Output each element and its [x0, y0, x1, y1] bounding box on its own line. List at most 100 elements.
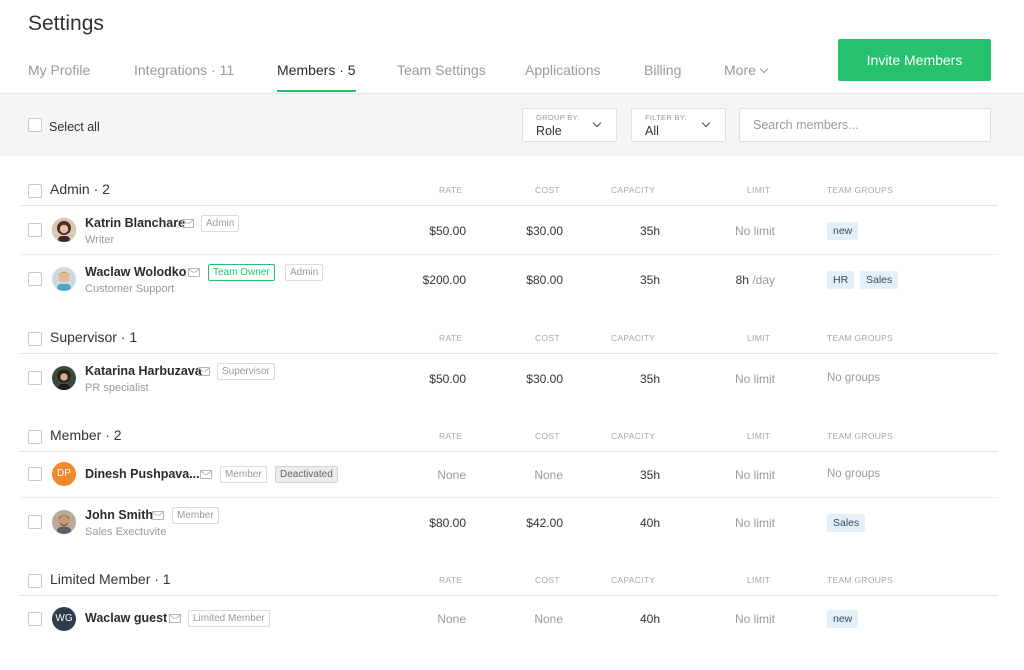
- member-row[interactable]: DP Dinesh Pushpava... Member Deactivated…: [20, 452, 998, 498]
- member-name[interactable]: Waclaw guest: [85, 611, 167, 625]
- tab-members[interactable]: Members · 5: [277, 62, 356, 92]
- tab-more-label: More: [724, 62, 756, 78]
- member-checkbox[interactable]: [28, 467, 42, 481]
- role-badge: Admin: [285, 264, 324, 281]
- search-input[interactable]: [739, 108, 991, 142]
- tab-my-profile[interactable]: My Profile: [28, 62, 90, 78]
- capacity-value: 40h: [639, 516, 660, 530]
- member-name[interactable]: Dinesh Pushpava...: [85, 467, 200, 481]
- capacity-value: 35h: [639, 273, 660, 287]
- tab-billing[interactable]: Billing: [644, 62, 681, 78]
- avatar: [52, 267, 76, 291]
- member-row[interactable]: Waclaw Wolodko Team Owner Admin Customer…: [20, 255, 998, 304]
- role-badge: Admin: [201, 215, 240, 232]
- limit-value: No limit: [734, 224, 775, 238]
- member-checkbox[interactable]: [28, 515, 42, 529]
- team-group-tag: new: [827, 610, 859, 628]
- filter-by-caption: FILTER BY:: [645, 113, 688, 122]
- member-name[interactable]: John Smith: [85, 508, 153, 522]
- limit-value: No limit: [734, 516, 775, 530]
- member-subtitle: Sales Exectuvite: [85, 526, 167, 538]
- team-group-tag: new: [827, 222, 859, 240]
- group-checkbox[interactable]: [28, 332, 42, 346]
- team-group-tag: Sales: [827, 514, 866, 532]
- chevron-down-icon: [701, 118, 711, 128]
- rate-value: $50.00: [429, 224, 466, 238]
- team-group-tag: Sales: [860, 271, 899, 289]
- capacity-value: 35h: [639, 468, 660, 482]
- member-checkbox[interactable]: [28, 223, 42, 237]
- column-header-cost: COST: [535, 431, 560, 441]
- column-header-capacity: CAPACITY: [611, 333, 656, 343]
- mail-icon[interactable]: [152, 511, 164, 520]
- column-header-team-groups: TEAM GROUPS: [827, 185, 894, 195]
- group-title: Admin · 2: [50, 181, 110, 197]
- member-subtitle: Customer Support: [85, 283, 175, 295]
- tab-more[interactable]: More: [724, 62, 769, 78]
- group-checkbox[interactable]: [28, 184, 42, 198]
- column-header-limit: LIMIT: [747, 333, 771, 343]
- capacity-value: 40h: [639, 612, 660, 626]
- invite-members-button[interactable]: Invite Members: [838, 39, 991, 81]
- member-row[interactable]: Katrin Blanchare Admin Writer $50.00 $30…: [20, 206, 998, 255]
- team-owner-badge: Team Owner: [208, 264, 275, 281]
- cost-value: $42.00: [526, 516, 563, 530]
- role-badge: Limited Member: [188, 610, 270, 627]
- tab-integrations[interactable]: Integrations · 11: [134, 62, 234, 78]
- member-name[interactable]: Katarina Harbuzava: [85, 364, 202, 378]
- tab-applications[interactable]: Applications: [525, 62, 601, 78]
- cost-value: $30.00: [526, 372, 563, 386]
- mail-icon[interactable]: [182, 219, 194, 228]
- cost-value: $80.00: [526, 273, 563, 287]
- column-header-rate: RATE: [439, 185, 463, 195]
- rate-value: $200.00: [422, 273, 466, 287]
- member-subtitle: PR specialist: [85, 382, 149, 394]
- avatar: [52, 218, 76, 242]
- group-by-caption: GROUP BY:: [536, 113, 580, 122]
- member-subtitle: Writer: [85, 234, 115, 246]
- column-header-cost: COST: [535, 185, 560, 195]
- member-checkbox[interactable]: [28, 272, 42, 286]
- active-tab-indicator: [277, 90, 356, 92]
- group-header-admin: Admin · 2 RATE COST CAPACITY LIMIT TEAM …: [20, 176, 998, 206]
- role-badge: Member: [220, 466, 267, 483]
- rate-value: None: [437, 468, 466, 482]
- member-checkbox[interactable]: [28, 371, 42, 385]
- capacity-value: 35h: [639, 224, 660, 238]
- group-header-limited-member: Limited Member · 1 RATE COST CAPACITY LI…: [20, 566, 998, 596]
- group-checkbox[interactable]: [28, 574, 42, 588]
- member-row[interactable]: WG Waclaw guest Limited Member None None…: [20, 596, 998, 642]
- column-header-capacity: CAPACITY: [611, 431, 656, 441]
- group-title: Limited Member · 1: [50, 571, 171, 587]
- member-checkbox[interactable]: [28, 612, 42, 626]
- tab-team-settings[interactable]: Team Settings: [397, 62, 486, 78]
- mail-icon[interactable]: [200, 470, 212, 479]
- select-all-checkbox[interactable]: [28, 118, 42, 132]
- member-name[interactable]: Waclaw Wolodko: [85, 265, 186, 279]
- mail-icon[interactable]: [198, 367, 210, 376]
- avatar: [52, 510, 76, 534]
- limit-value: No limit: [734, 468, 775, 482]
- member-row[interactable]: John Smith Member Sales Exectuvite $80.0…: [20, 498, 998, 548]
- limit-amount: 8h: [735, 273, 749, 287]
- column-header-rate: RATE: [439, 333, 463, 343]
- limit-value: No limit: [734, 612, 775, 626]
- no-groups-text: No groups: [827, 468, 881, 480]
- group-checkbox[interactable]: [28, 430, 42, 444]
- member-name[interactable]: Katrin Blanchare: [85, 216, 185, 230]
- member-row[interactable]: Katarina Harbuzava Supervisor PR special…: [20, 354, 998, 403]
- group-by-dropdown[interactable]: GROUP BY: Role: [522, 108, 617, 142]
- column-header-team-groups: TEAM GROUPS: [827, 333, 894, 343]
- photo-man-icon: [52, 267, 76, 291]
- photo-woman-icon: [52, 218, 76, 242]
- group-header-supervisor: Supervisor · 1 RATE COST CAPACITY LIMIT …: [20, 324, 998, 354]
- mail-icon[interactable]: [169, 614, 181, 623]
- column-header-cost: COST: [535, 575, 560, 585]
- avatar: WG: [52, 607, 76, 631]
- mail-icon[interactable]: [188, 268, 200, 277]
- rate-value: $80.00: [429, 516, 466, 530]
- filter-by-dropdown[interactable]: FILTER BY: All: [631, 108, 726, 142]
- column-header-rate: RATE: [439, 575, 463, 585]
- column-header-limit: LIMIT: [747, 185, 771, 195]
- column-header-capacity: CAPACITY: [611, 185, 656, 195]
